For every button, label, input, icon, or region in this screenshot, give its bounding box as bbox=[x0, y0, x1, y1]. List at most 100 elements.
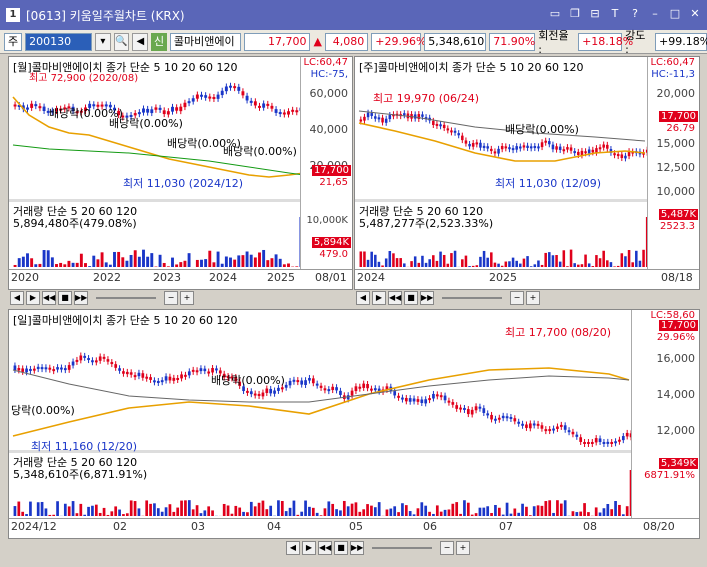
candle bbox=[257, 393, 261, 396]
volume-bar bbox=[412, 514, 416, 516]
candle bbox=[461, 135, 464, 141]
volume-bar bbox=[125, 260, 129, 267]
text-icon[interactable]: T bbox=[609, 8, 621, 20]
candle bbox=[25, 368, 28, 373]
volume-bar bbox=[635, 250, 638, 267]
daily-xtick: 02 bbox=[113, 520, 127, 533]
volume-bar bbox=[46, 250, 50, 267]
candle bbox=[625, 432, 629, 437]
weekly-hc: HC:-11,3 bbox=[651, 69, 695, 80]
first-icon[interactable]: ◀◀ bbox=[318, 541, 332, 555]
help-icon[interactable]: ? bbox=[629, 8, 641, 20]
candle bbox=[504, 146, 508, 149]
last-icon[interactable]: ▶▶ bbox=[74, 291, 88, 305]
weekly-xtick: 2024 bbox=[357, 271, 385, 284]
scroll-right-icon[interactable]: ▶ bbox=[302, 541, 316, 555]
volume-bar bbox=[575, 512, 579, 516]
volume-bar bbox=[642, 249, 645, 267]
zoom-slider[interactable] bbox=[442, 297, 502, 299]
candle bbox=[571, 431, 575, 435]
volume-bar bbox=[158, 254, 162, 267]
candle bbox=[404, 397, 408, 402]
zoom-out-icon[interactable]: − bbox=[164, 291, 178, 305]
candle bbox=[363, 116, 366, 121]
candle bbox=[577, 151, 580, 156]
last-icon[interactable]: ▶▶ bbox=[350, 541, 364, 555]
volume-bar bbox=[87, 506, 90, 516]
volume-bar bbox=[497, 263, 500, 267]
monthly-x-axis: 2020 2022 2023 2024 2025 08/01 bbox=[9, 269, 352, 289]
maximize-icon[interactable]: □ bbox=[669, 8, 681, 20]
strength-value: +99.18% bbox=[655, 32, 707, 51]
volume-bar bbox=[358, 511, 362, 516]
zoom-in-icon[interactable]: + bbox=[526, 291, 540, 305]
scroll-left-icon[interactable]: ◀ bbox=[356, 291, 370, 305]
volume-bar bbox=[284, 511, 288, 516]
pin-icon[interactable]: ⊟ bbox=[589, 8, 601, 20]
speaker-icon[interactable]: ◀ bbox=[132, 32, 149, 51]
candle bbox=[439, 395, 443, 398]
copy-icon[interactable]: ❐ bbox=[569, 8, 581, 20]
stop-icon[interactable]: ■ bbox=[334, 541, 348, 555]
weekly-vol-value: 5,487,277주(2,523.33%) bbox=[359, 217, 494, 230]
stock-name: 콜마비앤에이 bbox=[169, 32, 241, 51]
volume-bar bbox=[222, 503, 226, 516]
monthly-price-badge: 17,700 bbox=[312, 165, 351, 176]
volume-bar bbox=[146, 256, 150, 267]
candle bbox=[36, 366, 40, 370]
zoom-slider[interactable] bbox=[96, 297, 156, 299]
monthly-high-label: 최고 72,900 (2020/08) bbox=[29, 73, 139, 84]
candle bbox=[513, 418, 517, 422]
candle bbox=[424, 399, 428, 404]
volume-bar bbox=[339, 510, 342, 516]
stop-icon[interactable]: ■ bbox=[404, 291, 418, 305]
daily-xtick: 04 bbox=[267, 520, 281, 533]
first-icon[interactable]: ◀◀ bbox=[42, 291, 56, 305]
volume-bar bbox=[253, 257, 257, 267]
zoom-out-icon[interactable]: − bbox=[510, 291, 524, 305]
first-icon[interactable]: ◀◀ bbox=[388, 291, 402, 305]
search-icon[interactable]: 🔍 bbox=[113, 32, 130, 51]
candle bbox=[521, 423, 524, 426]
last-icon[interactable]: ▶▶ bbox=[420, 291, 434, 305]
candle bbox=[129, 372, 133, 375]
stop-icon[interactable]: ■ bbox=[58, 291, 72, 305]
minimize-icon[interactable]: – bbox=[649, 8, 661, 20]
zoom-slider[interactable] bbox=[372, 547, 432, 549]
candle bbox=[359, 119, 363, 122]
zoom-out-icon[interactable]: − bbox=[440, 541, 454, 555]
volume-bar bbox=[618, 504, 621, 516]
dropdown-icon[interactable]: ▾ bbox=[94, 32, 111, 51]
scroll-right-icon[interactable]: ▶ bbox=[372, 291, 386, 305]
volume-bar bbox=[579, 511, 583, 516]
volume-bar bbox=[110, 511, 114, 516]
volume-bar bbox=[515, 260, 518, 267]
daily-xend: 08/20 bbox=[643, 520, 675, 533]
candle bbox=[616, 154, 620, 157]
candle bbox=[401, 397, 404, 400]
close-icon[interactable]: ✕ bbox=[689, 8, 701, 20]
volume-bar bbox=[287, 263, 290, 267]
daily-ytick: 16,000 bbox=[656, 352, 696, 365]
candle bbox=[497, 417, 501, 420]
volume-bar bbox=[245, 251, 249, 267]
volume-bar bbox=[106, 514, 110, 516]
volume-bar bbox=[269, 505, 273, 516]
daily-div-label-1: 배당락(0.00%) bbox=[211, 374, 285, 387]
volume-bar bbox=[571, 511, 575, 516]
restore-icon[interactable]: ▭ bbox=[549, 8, 561, 20]
code-input[interactable]: 200130 bbox=[25, 32, 92, 51]
volume-bar bbox=[424, 262, 428, 267]
scroll-left-icon[interactable]: ◀ bbox=[10, 291, 24, 305]
volume-bar bbox=[490, 252, 493, 267]
zoom-in-icon[interactable]: + bbox=[180, 291, 194, 305]
scroll-left-icon[interactable]: ◀ bbox=[286, 541, 300, 555]
scroll-right-icon[interactable]: ▶ bbox=[26, 291, 40, 305]
period-select[interactable]: 주 bbox=[4, 32, 23, 51]
candle bbox=[249, 100, 253, 103]
zoom-in-icon[interactable]: + bbox=[456, 541, 470, 555]
volume-bar bbox=[183, 260, 187, 267]
volume-bar bbox=[435, 260, 439, 267]
volume-bar bbox=[468, 266, 471, 267]
volume-bar bbox=[501, 514, 505, 516]
